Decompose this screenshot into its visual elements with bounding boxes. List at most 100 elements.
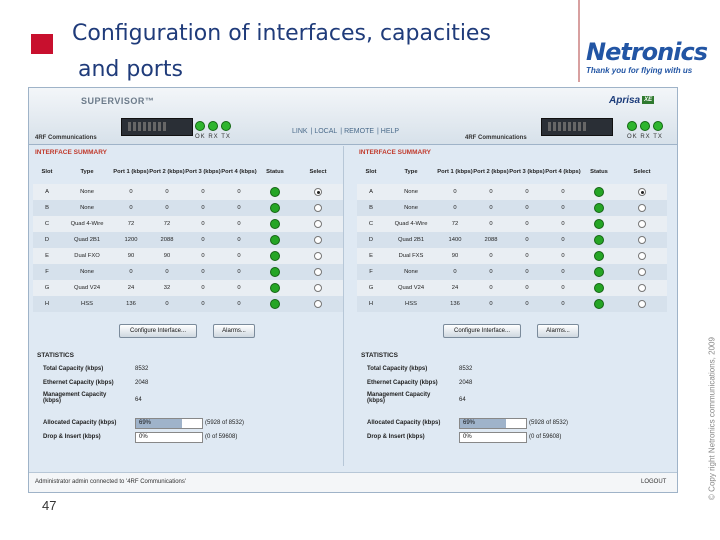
- column-header: Port 1 (kbps): [113, 169, 149, 175]
- table-cell: 0: [509, 296, 545, 312]
- management-capacity-value: 64: [135, 397, 142, 403]
- table-cell: C: [33, 216, 61, 232]
- allocated-capacity-label: Allocated Capacity (kbps): [43, 420, 117, 426]
- table-cell: None: [61, 200, 113, 216]
- table-cell: 0: [509, 184, 545, 200]
- status-cell: [581, 264, 617, 280]
- netronics-logo: Netronics Thank you for flying with us: [586, 38, 708, 84]
- select-radio[interactable]: [314, 220, 322, 228]
- table-cell: 0: [149, 200, 185, 216]
- status-cell: [581, 296, 617, 312]
- column-header: Port 2 (kbps): [149, 169, 185, 175]
- table-cell: None: [61, 184, 113, 200]
- allocated-capacity-detail: (5928 of 8532): [205, 420, 245, 426]
- logo-name: Netronics: [586, 38, 708, 66]
- table-cell: 0: [545, 232, 581, 248]
- allocated-capacity-bar: 69%: [135, 418, 203, 429]
- column-header: Type: [404, 169, 418, 175]
- column-header: Select: [633, 169, 651, 175]
- nav-help[interactable]: HELP: [381, 128, 399, 135]
- table-cell: 2088: [473, 232, 509, 248]
- statistics-title: STATISTICS: [361, 352, 398, 359]
- table-cell: 0: [545, 184, 581, 200]
- table-cell: None: [385, 184, 437, 200]
- table-cell: 90: [113, 248, 149, 264]
- table-cell: 0: [473, 184, 509, 200]
- table-cell: None: [385, 264, 437, 280]
- configure-interface-button[interactable]: Configure Interface...: [443, 324, 521, 338]
- select-radio[interactable]: [638, 252, 646, 260]
- table-cell: 0: [473, 248, 509, 264]
- column-header: Type: [80, 169, 94, 175]
- management-capacity-value: 64: [459, 397, 466, 403]
- select-radio[interactable]: [314, 204, 322, 212]
- table-cell: 0: [545, 200, 581, 216]
- alarms-button[interactable]: Alarms...: [213, 324, 255, 338]
- select-radio[interactable]: [314, 268, 322, 276]
- table-cell: A: [357, 184, 385, 200]
- table-row: A None 0 0 0 0: [357, 184, 667, 200]
- nav-local[interactable]: LOCAL: [314, 128, 337, 135]
- green-led-icon: [594, 203, 604, 213]
- select-cell: [293, 216, 343, 232]
- total-capacity-label: Total Capacity (kbps): [367, 366, 428, 372]
- select-radio[interactable]: [638, 188, 646, 196]
- select-cell: [617, 248, 667, 264]
- table-cell: 136: [113, 296, 149, 312]
- nav-remote[interactable]: REMOTE: [344, 128, 374, 135]
- column-header: Port 2 (kbps): [473, 169, 509, 175]
- select-radio[interactable]: [314, 252, 322, 260]
- allocated-capacity-detail: (5928 of 8532): [529, 420, 569, 426]
- nav-link[interactable]: LINK: [292, 128, 308, 135]
- column-header: Port 4 (kbps): [221, 169, 257, 175]
- select-radio[interactable]: [638, 204, 646, 212]
- brand-name: Aprisa: [609, 95, 641, 106]
- table-row: D Quad 2B1 1400 2088 0 0: [357, 232, 667, 248]
- table-cell: 0: [473, 296, 509, 312]
- select-radio[interactable]: [314, 284, 322, 292]
- allocated-capacity-label: Allocated Capacity (kbps): [367, 420, 441, 426]
- slide-title-line-1: Configuration of interfaces, capacities: [72, 21, 491, 46]
- left-org-label: 4RF Communications: [35, 135, 97, 141]
- table-cell: 0: [149, 264, 185, 280]
- table-cell: 0: [113, 184, 149, 200]
- select-radio[interactable]: [638, 284, 646, 292]
- table-cell: 0: [509, 264, 545, 280]
- select-radio[interactable]: [314, 188, 322, 196]
- alarms-button[interactable]: Alarms...: [537, 324, 579, 338]
- page-number: 47: [42, 498, 57, 513]
- red-accent-square: [31, 34, 53, 54]
- select-cell: [293, 296, 343, 312]
- table-cell: H: [357, 296, 385, 312]
- table-cell: 0: [149, 296, 185, 312]
- table-cell: 0: [509, 216, 545, 232]
- table-cell: 0: [473, 216, 509, 232]
- ethernet-capacity-value: 2048: [459, 380, 473, 386]
- table-cell: 72: [437, 216, 473, 232]
- right-device-icon: [541, 118, 613, 136]
- total-capacity-label: Total Capacity (kbps): [43, 366, 104, 372]
- interface-table: Slot Type Port 1 (kbps) Port 2 (kbps) Port 3…: [357, 160, 667, 312]
- total-capacity-value: 8532: [135, 366, 149, 372]
- select-radio[interactable]: [638, 300, 646, 308]
- table-cell: 32: [149, 280, 185, 296]
- select-radio[interactable]: [638, 220, 646, 228]
- table-cell: 0: [221, 184, 257, 200]
- select-radio[interactable]: [314, 300, 322, 308]
- left-device-icon: [121, 118, 193, 136]
- select-radio[interactable]: [314, 236, 322, 244]
- drop-insert-label: Drop & Insert (kbps): [43, 434, 101, 440]
- table-row: H HSS 136 0 0 0: [33, 296, 343, 312]
- table-cell: 0: [221, 232, 257, 248]
- interface-summary-title: INTERFACE SUMMARY: [359, 149, 431, 156]
- select-radio[interactable]: [638, 268, 646, 276]
- column-header: Select: [309, 169, 327, 175]
- table-cell: 0: [221, 280, 257, 296]
- select-radio[interactable]: [638, 236, 646, 244]
- select-cell: [293, 184, 343, 200]
- logout-link[interactable]: LOGOUT: [641, 479, 666, 485]
- status-cell: [257, 248, 293, 264]
- table-cell: D: [357, 232, 385, 248]
- configure-interface-button[interactable]: Configure Interface...: [119, 324, 197, 338]
- table-cell: 1400: [437, 232, 473, 248]
